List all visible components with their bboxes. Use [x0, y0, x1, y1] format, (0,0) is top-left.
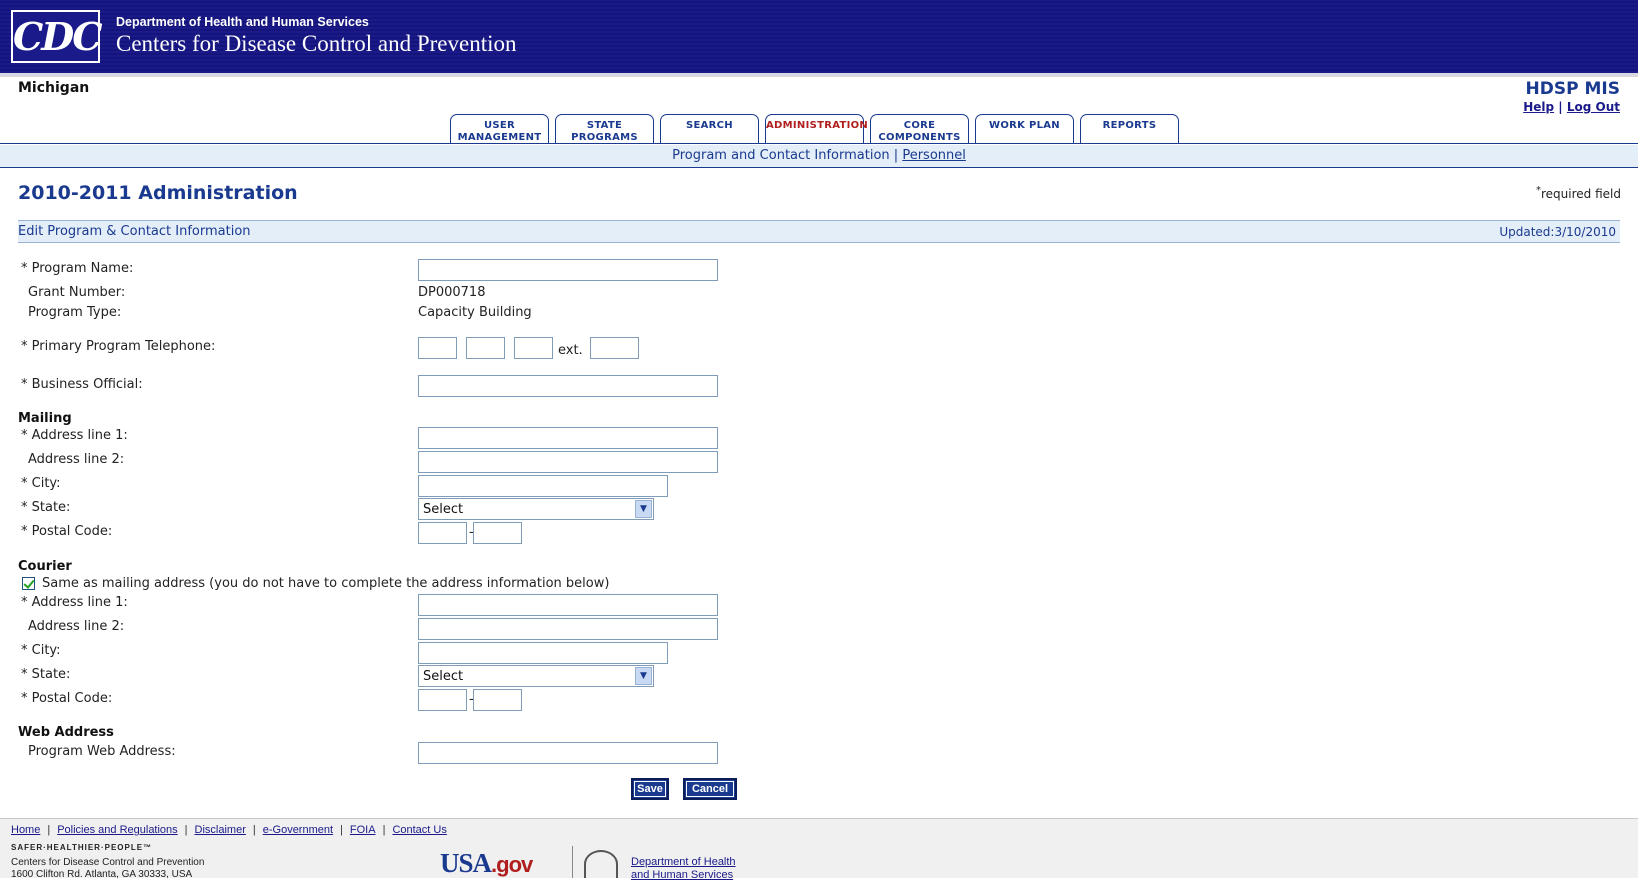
- help-link[interactable]: Help: [1523, 100, 1554, 114]
- required-field-note: *required field: [1536, 185, 1621, 201]
- web-address-heading: Web Address: [18, 725, 114, 740]
- tab-user-management[interactable]: USER MANAGEMENT: [450, 114, 549, 143]
- hhs-link[interactable]: Department of Health and Human Services: [631, 856, 736, 882]
- mailing-address2-input[interactable]: [418, 451, 718, 473]
- courier-city-label: * City:: [21, 643, 61, 658]
- footer-slogan: SAFER·HEALTHIER·PEOPLE™: [11, 843, 153, 852]
- cancel-button[interactable]: Cancel: [683, 778, 737, 800]
- tab-state-programs[interactable]: STATE PROGRAMS: [555, 114, 654, 143]
- banner-divider: [0, 73, 1638, 77]
- header-banner: CDC Department of Health and Human Servi…: [0, 0, 1638, 74]
- app-name: HDSP MIS: [1525, 79, 1620, 99]
- courier-heading: Courier: [18, 559, 72, 574]
- courier-address2-label: Address line 2:: [28, 619, 125, 634]
- state-name: Michigan: [18, 80, 90, 96]
- subnav-current: Program and Contact Information: [672, 148, 890, 163]
- mailing-city-input[interactable]: [418, 475, 668, 497]
- grant-number-label: Grant Number:: [28, 285, 126, 300]
- updated-date: Updated:3/10/2010: [1499, 225, 1616, 239]
- courier-postal-input[interactable]: [418, 689, 467, 711]
- business-official-label: * Business Official:: [21, 377, 143, 392]
- courier-city-input[interactable]: [418, 642, 668, 664]
- tab-reports[interactable]: REPORTS: [1080, 114, 1179, 143]
- footer-links: Home | Policies and Regulations | Disclaimer…: [11, 824, 447, 836]
- program-type-label: Program Type:: [28, 305, 122, 320]
- tab-baseline: [0, 143, 1638, 144]
- business-official-input[interactable]: [418, 375, 718, 397]
- link-separator: |: [1558, 100, 1563, 114]
- courier-state-label: * State:: [21, 667, 71, 682]
- subnav-personnel-link[interactable]: Personnel: [902, 148, 966, 163]
- footer-policies-link[interactable]: Policies and Regulations: [57, 824, 177, 836]
- same-as-mailing-checkbox[interactable]: [22, 577, 35, 590]
- courier-postal-label: * Postal Code:: [21, 691, 113, 706]
- footer-egov-link[interactable]: e-Government: [263, 824, 333, 836]
- courier-address1-input[interactable]: [418, 594, 718, 616]
- mailing-state-select[interactable]: Select ▼: [418, 498, 654, 520]
- phone-prefix-input[interactable]: [466, 337, 505, 359]
- main-tabs: USER MANAGEMENT STATE PROGRAMS SEARCH ADMI…: [450, 114, 1179, 144]
- save-button[interactable]: Save: [631, 778, 669, 800]
- subnav-separator: |: [893, 148, 899, 163]
- tab-work-plan[interactable]: WORK PLAN: [975, 114, 1074, 143]
- footer-foia-link[interactable]: FOIA: [350, 824, 376, 836]
- phone-line-input[interactable]: [514, 337, 553, 359]
- tab-administration[interactable]: ADMINISTRATION: [765, 114, 868, 144]
- footer-contact-link[interactable]: Contact Us: [392, 824, 446, 836]
- tab-core-components[interactable]: CORE COMPONENTS: [870, 114, 969, 143]
- phone-area-code-input[interactable]: [418, 337, 457, 359]
- cdc-logo[interactable]: CDC: [11, 10, 102, 63]
- chevron-down-icon[interactable]: ▼: [635, 667, 652, 685]
- mailing-postal-label: * Postal Code:: [21, 524, 113, 539]
- web-address-label: Program Web Address:: [28, 744, 176, 759]
- courier-state-select[interactable]: Select ▼: [418, 665, 654, 687]
- footer-org-name: Centers for Disease Control and Preventi…: [11, 857, 205, 868]
- footer-org-address: 1600 Clifton Rd. Atlanta, GA 30333, USA: [11, 869, 193, 880]
- phone-ext-input[interactable]: [590, 337, 639, 359]
- grant-number-value: DP000718: [418, 285, 486, 300]
- agency-name: Centers for Disease Control and Preventi…: [116, 31, 517, 56]
- mailing-postal-input[interactable]: [418, 522, 467, 544]
- footer-disclaimer-link[interactable]: Disclaimer: [195, 824, 246, 836]
- department-name: Department of Health and Human Services: [116, 15, 369, 29]
- same-as-mailing-label: Same as mailing address (you do not have…: [42, 576, 610, 591]
- program-name-label: * Program Name:: [21, 261, 134, 276]
- chevron-down-icon[interactable]: ▼: [635, 500, 652, 518]
- courier-state-value: Select: [423, 669, 464, 684]
- page-title: 2010-2011 Administration: [18, 182, 298, 204]
- courier-postal-ext-input[interactable]: [473, 689, 522, 711]
- mailing-postal-ext-input[interactable]: [473, 522, 522, 544]
- telephone-label: * Primary Program Telephone:: [21, 339, 216, 354]
- footer-org-info: Centers for Disease Control and Preventi…: [11, 857, 204, 881]
- mailing-address1-label: * Address line 1:: [21, 428, 128, 443]
- mailing-city-label: * City:: [21, 476, 61, 491]
- courier-address1-label: * Address line 1:: [21, 595, 128, 610]
- footer-home-link[interactable]: Home: [11, 824, 40, 836]
- mailing-heading: Mailing: [18, 411, 72, 426]
- mailing-state-value: Select: [423, 502, 464, 517]
- web-address-input[interactable]: [418, 742, 718, 764]
- phone-ext-label: ext.: [558, 343, 583, 358]
- footer-logo-divider: [572, 846, 573, 878]
- mailing-state-label: * State:: [21, 500, 71, 515]
- hhs-eagle-icon: [584, 850, 618, 878]
- top-links: Help | Log Out: [1523, 100, 1620, 114]
- courier-address2-input[interactable]: [418, 618, 718, 640]
- tab-search[interactable]: SEARCH: [660, 114, 759, 143]
- section-header: Edit Program & Contact Information Updat…: [18, 220, 1620, 243]
- program-type-value: Capacity Building: [418, 305, 532, 320]
- logout-link[interactable]: Log Out: [1567, 100, 1620, 114]
- program-name-input[interactable]: [418, 259, 718, 281]
- mailing-address2-label: Address line 2:: [28, 452, 125, 467]
- section-title: Edit Program & Contact Information: [18, 224, 251, 239]
- mailing-address1-input[interactable]: [418, 427, 718, 449]
- usagov-logo[interactable]: USA.gov: [440, 848, 533, 879]
- sub-navigation: Program and Contact Information | Person…: [0, 145, 1638, 168]
